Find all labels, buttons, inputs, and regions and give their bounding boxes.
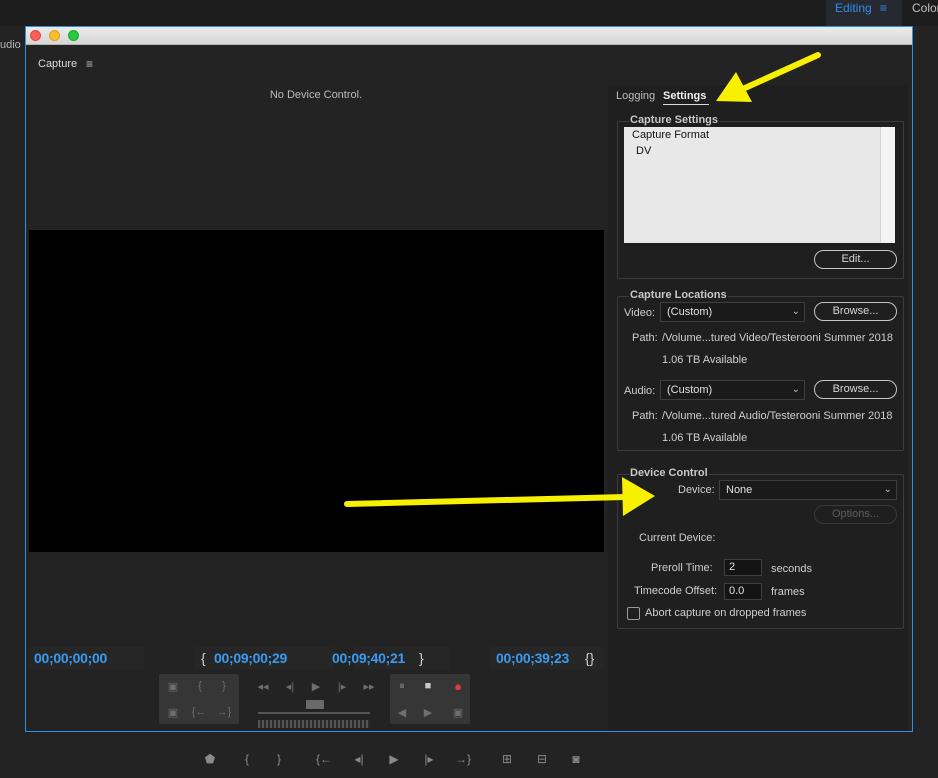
capture-format-value: DV: [636, 145, 652, 157]
device-select[interactable]: None ⌄: [719, 480, 897, 500]
timecode-offset-input[interactable]: 0.0: [724, 583, 762, 600]
current-device-label: Current Device:: [639, 532, 716, 544]
chevron-down-icon: ⌄: [883, 484, 892, 495]
abort-dropped-frames-checkbox[interactable]: [627, 607, 640, 620]
minimize-window-icon[interactable]: [49, 30, 60, 41]
abort-dropped-frames-label: Abort capture on dropped frames: [645, 607, 807, 619]
video-available-space: 1.06 TB Available: [662, 354, 748, 366]
timecode-offset-unit: frames: [771, 586, 805, 598]
go-to-out-icon[interactable]: →}: [454, 752, 472, 766]
capture-format-label: Capture Format: [632, 129, 710, 141]
video-path: /Volume...tured Video/Testerooni Summer …: [662, 332, 893, 344]
panel-menu-icon[interactable]: ≡: [86, 57, 93, 71]
shuttle-track[interactable]: [258, 712, 370, 714]
play-icon[interactable]: ▶: [385, 752, 403, 766]
preroll-unit: seconds: [771, 563, 812, 575]
audio-path-label: Path:: [632, 410, 658, 422]
video-label: Video:: [624, 307, 655, 319]
video-location-select[interactable]: (Custom) ⌄: [660, 302, 805, 322]
rewind-audio-icon[interactable]: ◀: [393, 706, 411, 719]
go-to-in-point-icon[interactable]: {←: [190, 706, 208, 718]
step-forward-icon[interactable]: |▸: [333, 680, 351, 693]
stop-icon[interactable]: ■: [419, 680, 437, 692]
step-forward-icon[interactable]: |▸: [420, 752, 438, 766]
capture-locations-legend: Capture Locations: [629, 289, 728, 301]
audio-location-value: (Custom): [667, 384, 713, 396]
tab-settings[interactable]: Settings: [663, 90, 706, 102]
chevron-down-icon: ⌄: [791, 306, 800, 317]
play-audio-icon[interactable]: ▶: [419, 706, 437, 719]
maximize-window-icon[interactable]: [68, 30, 79, 41]
capture-settings-legend: Capture Settings: [629, 114, 720, 126]
timecode-strip: 00;00;00;00 { 00;09;00;29 00;09;40;21 } …: [29, 647, 604, 669]
screen: Editing ≡ Color udio ⬟ { } {← ◂| ▶ |▸ →}…: [0, 0, 938, 778]
capture-format-list: [624, 127, 895, 243]
device-value: None: [726, 484, 753, 496]
audio-browse-button[interactable]: Browse...: [814, 380, 897, 399]
in-point-timecode[interactable]: 00;09;00;29: [214, 650, 287, 666]
set-in-point-icon[interactable]: {: [191, 680, 209, 692]
current-timecode[interactable]: 00;00;00;00: [34, 650, 107, 666]
capture-preview: [29, 230, 604, 552]
video-browse-button[interactable]: Browse...: [814, 302, 897, 321]
rewind-icon[interactable]: ◂◂: [254, 680, 272, 693]
jog-wheel[interactable]: [258, 720, 370, 728]
video-location-value: (Custom): [667, 306, 713, 318]
window-titlebar[interactable]: [26, 27, 912, 45]
audio-location-select[interactable]: (Custom) ⌄: [660, 380, 805, 400]
app-header-bar: [0, 0, 938, 26]
active-tab-indicator: [663, 104, 709, 105]
set-out-icon[interactable]: }: [419, 650, 424, 666]
fast-forward-icon[interactable]: ▸▸: [360, 680, 378, 693]
pause-icon[interactable]: ⏸: [393, 680, 411, 693]
play-icon[interactable]: ▶: [307, 680, 325, 693]
log-clip-icon[interactable]: ▣: [164, 680, 182, 693]
lift-icon[interactable]: ⊞: [498, 752, 516, 766]
camera-icon[interactable]: ◙: [567, 752, 585, 766]
step-back-icon[interactable]: ◂|: [350, 752, 368, 766]
preroll-time-label: Preroll Time:: [651, 562, 713, 574]
preroll-time-input[interactable]: 2: [724, 559, 762, 576]
timecode-offset-label: Timecode Offset:: [634, 585, 718, 597]
go-to-out-point-icon[interactable]: →}: [215, 706, 233, 718]
tab-logging[interactable]: Logging: [616, 90, 655, 102]
options-button[interactable]: Options...: [814, 505, 897, 524]
shuttle-handle[interactable]: [306, 700, 324, 709]
workspace-tab-editing[interactable]: Editing: [835, 0, 872, 16]
workspace-tab-color[interactable]: Color: [912, 0, 938, 16]
no-device-message: No Device Control.: [269, 89, 363, 101]
capture-window: Capture ≡ No Device Control. 00;00;00;00…: [25, 26, 913, 732]
scene-detect-icon[interactable]: ▣: [164, 706, 182, 719]
panel-title: Capture: [38, 58, 78, 70]
marker-icon[interactable]: ⬟: [201, 752, 219, 766]
background-audio-tab: udio: [0, 39, 21, 51]
set-out-point-icon[interactable]: }: [215, 680, 233, 692]
audio-path: /Volume...tured Audio/Testerooni Summer …: [662, 410, 893, 422]
close-window-icon[interactable]: [30, 30, 41, 41]
audio-label: Audio:: [624, 385, 656, 397]
workspace-menu-icon[interactable]: ≡: [880, 0, 887, 16]
extract-icon[interactable]: ⊟: [533, 752, 551, 766]
step-back-icon[interactable]: ◂|: [281, 680, 299, 693]
set-in-icon[interactable]: {: [201, 650, 206, 666]
video-path-label: Path:: [632, 332, 658, 344]
mark-out-icon[interactable]: }: [270, 752, 288, 766]
device-control-legend: Device Control: [629, 467, 709, 479]
chevron-down-icon: ⌄: [791, 384, 800, 395]
out-point-timecode[interactable]: 00;09;40;21: [332, 650, 405, 666]
duration-timecode[interactable]: 00;00;39;23: [496, 650, 569, 666]
record-icon[interactable]: ●: [449, 679, 467, 694]
capture-format-scrollbar[interactable]: [880, 127, 895, 243]
audio-available-space: 1.06 TB Available: [662, 432, 748, 444]
capture-batch-icon[interactable]: ▣: [449, 706, 467, 719]
mark-in-icon[interactable]: {: [238, 752, 256, 766]
device-label: Device:: [678, 484, 715, 496]
duration-brace-icon: {}: [585, 650, 595, 666]
go-to-in-icon[interactable]: {←: [315, 752, 333, 766]
edit-button[interactable]: Edit...: [814, 250, 897, 269]
